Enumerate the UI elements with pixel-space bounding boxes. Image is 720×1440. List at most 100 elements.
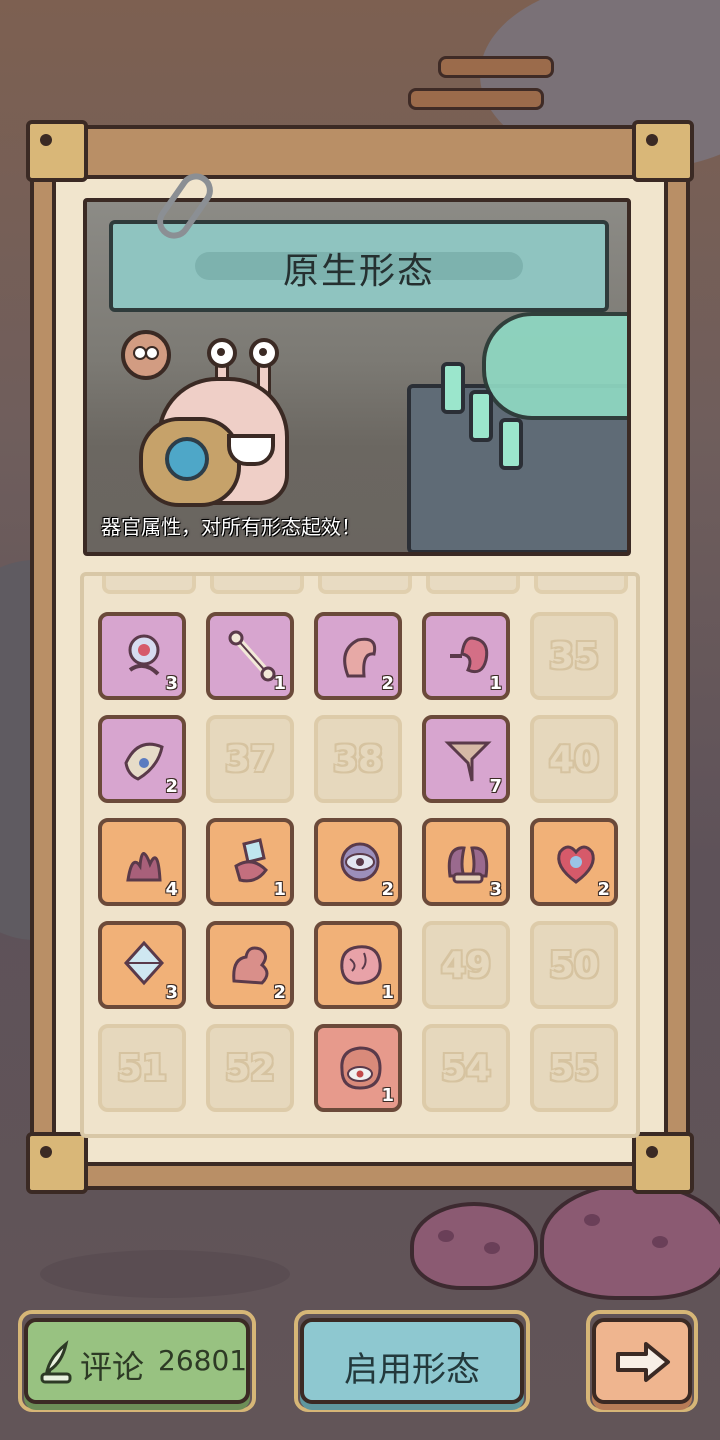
slot-number: 35 xyxy=(548,636,600,677)
organ-grid: 3 1 2 1 35 2 37 38 7 40 4 1 2 3 2 3 2 1 49 50 51 52 1 54 55 xyxy=(98,612,618,1112)
mushroom-decoration xyxy=(540,1182,720,1300)
quill-icon xyxy=(40,1340,72,1384)
organ-slot[interactable]: 1 xyxy=(422,612,510,700)
next-button[interactable] xyxy=(592,1318,692,1404)
partial-slot xyxy=(102,576,196,594)
face-badge-icon[interactable] xyxy=(121,330,171,380)
dna-tank xyxy=(482,312,627,420)
coral-organ-icon xyxy=(126,852,162,882)
form-title: 原生形态 xyxy=(282,251,435,292)
organ-count: 3 xyxy=(165,982,178,1003)
slot-number: 52 xyxy=(224,1048,276,1089)
slot-number: 40 xyxy=(548,739,600,780)
form-caption: 器官属性，对所有形态起效！ xyxy=(101,515,361,539)
corner-bracket xyxy=(26,120,88,182)
organ-count: 3 xyxy=(165,673,178,694)
partial-slot xyxy=(318,576,412,594)
brain-icon xyxy=(340,945,382,985)
organ-slot[interactable]: 1 xyxy=(314,1024,402,1112)
heart-organ-icon xyxy=(557,845,595,884)
tentacle-icon xyxy=(343,637,377,678)
organ-slot[interactable]: 2 xyxy=(98,715,186,803)
slot-number: 38 xyxy=(332,739,384,780)
arrow-right-icon xyxy=(616,1342,670,1382)
crystal-organ-icon xyxy=(234,838,268,883)
muscle-arm-icon xyxy=(232,946,269,985)
comment-count: 26801 xyxy=(158,1344,248,1377)
comment-button[interactable]: 评论 26801 xyxy=(24,1318,250,1404)
bone-icon xyxy=(228,630,276,682)
form-preview: 原生形态 器官属性，对所有形态起效！ xyxy=(83,198,631,556)
organ-count: 1 xyxy=(273,673,286,694)
empty-organ-slot[interactable]: 54 xyxy=(422,1024,510,1112)
ground-shape xyxy=(40,1250,290,1298)
orb-organ-icon xyxy=(128,634,160,676)
organ-slot[interactable]: 1 xyxy=(206,818,294,906)
slot-number: 54 xyxy=(440,1048,492,1089)
vial xyxy=(441,362,465,414)
organ-slot[interactable]: 2 xyxy=(206,921,294,1009)
eye-brain-icon xyxy=(340,1046,382,1090)
slot-number: 37 xyxy=(224,739,276,780)
organ-count: 4 xyxy=(165,879,178,900)
organ-slot[interactable]: 7 xyxy=(422,715,510,803)
comment-label: 评论 xyxy=(80,1348,145,1386)
vial xyxy=(499,418,523,470)
horns-icon xyxy=(447,846,489,884)
stinger-icon xyxy=(444,741,492,782)
empty-organ-slot[interactable]: 38 xyxy=(314,715,402,803)
partial-slot xyxy=(426,576,520,594)
snail-shell xyxy=(139,417,241,507)
partial-slot xyxy=(534,576,628,594)
organ-slot[interactable]: 2 xyxy=(314,612,402,700)
empty-organ-slot[interactable]: 50 xyxy=(530,921,618,1009)
slot-number: 50 xyxy=(548,945,600,986)
empty-organ-slot[interactable]: 52 xyxy=(206,1024,294,1112)
apply-form-button[interactable]: 启用形态 xyxy=(300,1318,524,1404)
organ-slot[interactable]: 1 xyxy=(314,921,402,1009)
organ-slot[interactable]: 2 xyxy=(314,818,402,906)
organ-slot[interactable]: 4 xyxy=(98,818,186,906)
empty-organ-slot[interactable]: 40 xyxy=(530,715,618,803)
organ-count: 1 xyxy=(381,1085,394,1106)
organ-slot[interactable]: 3 xyxy=(422,818,510,906)
snail-mouth xyxy=(227,434,275,466)
apply-form-label: 启用形态 xyxy=(344,1350,480,1390)
organ-count: 2 xyxy=(597,879,610,900)
organ-grid-panel[interactable]: 3 1 2 1 35 2 37 38 7 40 4 1 2 3 2 3 2 1 49 50 51 52 1 54 55 xyxy=(80,572,640,1138)
empty-organ-slot[interactable]: 51 xyxy=(98,1024,186,1112)
pipe-decoration xyxy=(438,56,554,78)
organ-count: 2 xyxy=(381,879,394,900)
organ-slot[interactable]: 2 xyxy=(530,818,618,906)
organ-count: 1 xyxy=(273,879,286,900)
organ-count: 2 xyxy=(381,673,394,694)
organ-count: 3 xyxy=(489,879,502,900)
organ-count: 1 xyxy=(381,982,394,1003)
organ-slot[interactable]: 3 xyxy=(98,612,186,700)
corner-bracket xyxy=(632,120,694,182)
organ-slot[interactable]: 3 xyxy=(98,921,186,1009)
slot-number: 55 xyxy=(548,1048,600,1089)
mushroom-decoration xyxy=(410,1202,538,1290)
empty-organ-slot[interactable]: 49 xyxy=(422,921,510,1009)
organ-count: 2 xyxy=(273,982,286,1003)
corner-bracket xyxy=(632,1132,694,1194)
corner-bracket xyxy=(26,1132,88,1194)
organ-count: 2 xyxy=(165,776,178,797)
claw-organ-icon xyxy=(124,742,164,781)
kidney-icon xyxy=(450,636,489,674)
snail-eye xyxy=(207,338,237,368)
empty-organ-slot[interactable]: 35 xyxy=(530,612,618,700)
snail-eye xyxy=(249,338,279,368)
slot-number: 51 xyxy=(116,1048,168,1089)
eye-orb-icon xyxy=(340,842,380,882)
partial-slot xyxy=(210,576,304,594)
organ-count: 7 xyxy=(489,776,502,797)
organ-slot[interactable]: 1 xyxy=(206,612,294,700)
organ-count: 1 xyxy=(489,673,502,694)
crystal-core-icon xyxy=(123,940,165,986)
empty-organ-slot[interactable]: 55 xyxy=(530,1024,618,1112)
pipe-decoration xyxy=(408,88,544,110)
empty-organ-slot[interactable]: 37 xyxy=(206,715,294,803)
slot-number: 49 xyxy=(440,945,492,986)
